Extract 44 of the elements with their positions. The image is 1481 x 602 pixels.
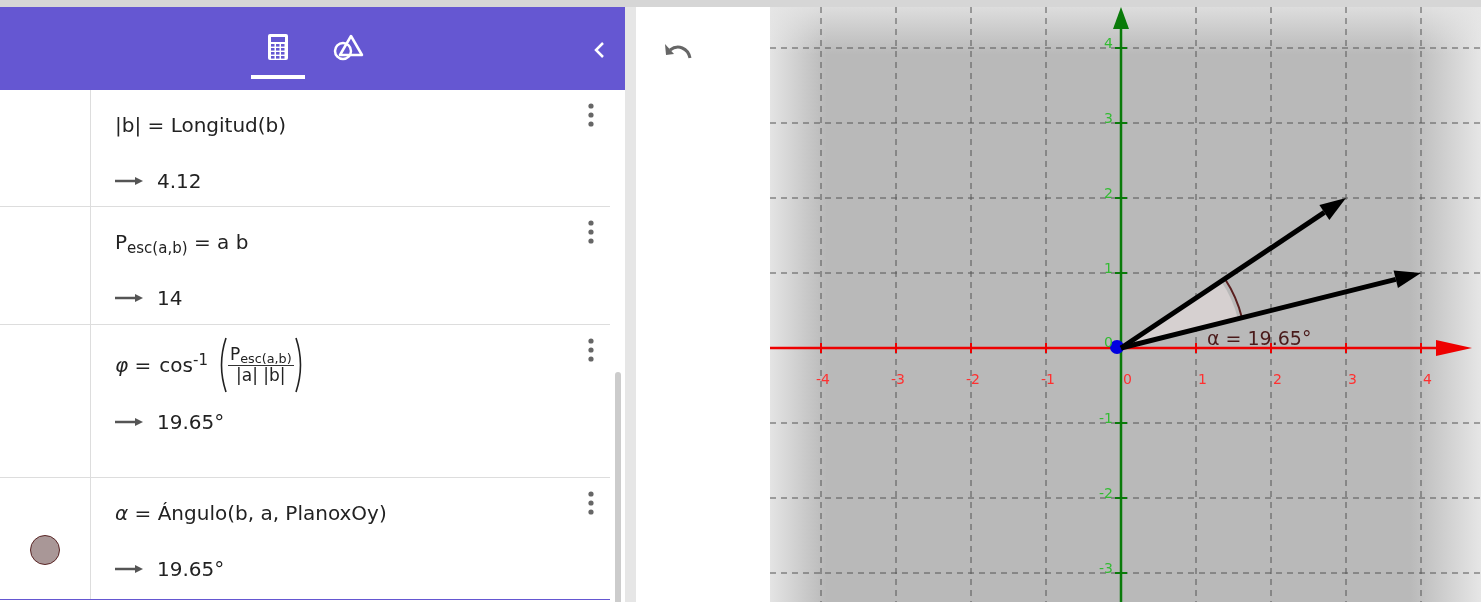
formula-text: |b| = Longitud(b) [115, 112, 287, 139]
x-tick-label: 2 [1273, 371, 1282, 387]
arrow-icon [115, 417, 143, 427]
y-tick-label: 3 [1104, 110, 1113, 126]
x-tick-label: 4 [1423, 371, 1432, 387]
visibility-dot[interactable] [30, 534, 60, 565]
x-tick-label: 3 [1348, 371, 1357, 387]
x-tick-label: -2 [966, 371, 980, 387]
output-value: 19.65° [157, 409, 225, 436]
formula-text: α = Ángulo(b, a, PlanoxOy) [115, 500, 387, 527]
y-tick-label: 0 [1104, 334, 1113, 350]
arrow-icon [115, 564, 143, 574]
vector-arrow[interactable] [1120, 270, 1421, 351]
y-tick-label: -2 [1099, 485, 1113, 501]
y-tick-label: 1 [1104, 260, 1113, 276]
vector-arrow[interactable] [1119, 198, 1346, 351]
algebra-row[interactable]: φ = cos$^{-1}$ P$_{esc(a,b)}$ |a| |b| 19.65° [0, 325, 610, 478]
arrow-icon [115, 176, 143, 186]
angle-label: α = 19.65° [1207, 327, 1312, 349]
function-name: cos$^{-1}$ [159, 350, 208, 379]
fraction-numerator: P$_{esc(a,b)}$ [227, 344, 294, 366]
x-tick-label: -3 [891, 371, 905, 387]
algebra-row[interactable]: |b| = Longitud(b) 4.12 [0, 90, 610, 207]
formula-lhs: φ = [115, 352, 152, 379]
y-tick-label: 2 [1104, 185, 1113, 201]
scrollbar[interactable] [615, 372, 621, 602]
geometry-icon [331, 33, 364, 61]
x-tick-label: -1 [1041, 371, 1055, 387]
fraction-denominator: |a| |b| [236, 365, 286, 386]
y-tick-label: -1 [1099, 410, 1113, 426]
output-value: 4.12 [157, 168, 202, 195]
calculator-icon [266, 33, 289, 61]
x-tick-label: -4 [816, 371, 830, 387]
output-value: 19.65° [157, 556, 225, 583]
y-tick-label: -3 [1099, 560, 1113, 576]
x-tick-label: 1 [1198, 371, 1207, 387]
y-tick-label: 4 [1104, 35, 1113, 51]
algebra-row[interactable]: α = Ángulo(b, a, PlanoxOy) 19.65° [0, 478, 610, 600]
arrow-icon [115, 293, 143, 303]
x-tick-label: 0 [1123, 371, 1132, 387]
output-value: 14 [157, 285, 183, 312]
formula-text: P$_{esc(a,b)}$ = a b [115, 229, 249, 257]
origin-point[interactable] [1110, 340, 1124, 354]
angle-arc [1224, 278, 1243, 319]
